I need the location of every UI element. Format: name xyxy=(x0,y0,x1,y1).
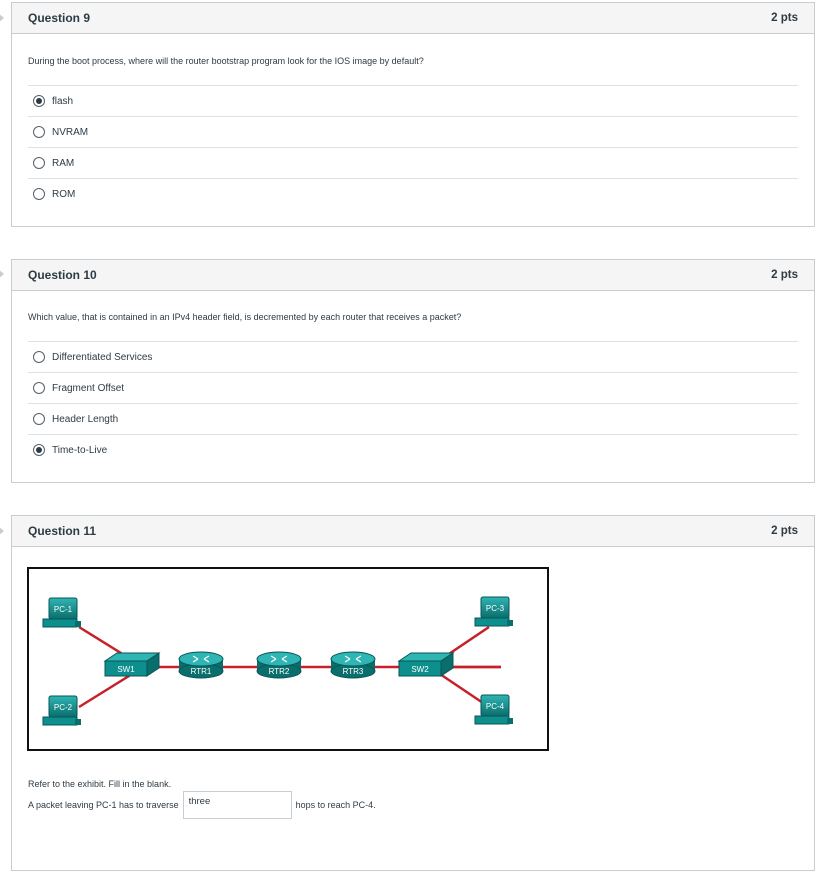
radio-icon[interactable] xyxy=(33,351,45,363)
answer-option[interactable]: RAM xyxy=(28,147,798,178)
question-text: During the boot process, where will the … xyxy=(28,56,424,66)
pc3-label: PC-3 xyxy=(486,604,505,613)
collapse-arrow-icon[interactable] xyxy=(0,269,6,279)
question-points: 2 pts xyxy=(771,269,798,281)
radio-selected-icon[interactable] xyxy=(33,444,45,456)
question-11-card: Question 11 2 pts PC-1 PC-2 PC-3 PC-4 SW… xyxy=(11,515,815,871)
answer-option[interactable]: ROM xyxy=(28,178,798,209)
question-title: Question 11 xyxy=(28,524,97,538)
question-points: 2 pts xyxy=(771,525,798,537)
question-title: Question 10 xyxy=(28,268,97,282)
answer-label: RAM xyxy=(52,157,75,169)
rtr2-label: RTR2 xyxy=(269,667,290,676)
sw2-label: SW2 xyxy=(411,665,429,674)
sw1-label: SW1 xyxy=(117,665,135,674)
answer-option[interactable]: Header Length xyxy=(28,403,798,434)
sentence-after: hops to reach PC-4. xyxy=(295,800,376,810)
answer-label: Fragment Offset xyxy=(52,382,125,394)
rtr1-icon: RTR1 xyxy=(178,651,224,679)
rtr3-icon: RTR3 xyxy=(330,651,376,679)
instruction-text: Refer to the exhibit. Fill in the blank. xyxy=(28,779,172,789)
answer-option[interactable]: NVRAM xyxy=(28,116,798,147)
pc4-icon: PC-4 xyxy=(474,694,513,725)
fill-in-blank-row: A packet leaving PC-1 has to traverse th… xyxy=(28,791,376,819)
answer-list: Differentiated Services Fragment Offset … xyxy=(28,341,798,465)
pc4-label: PC-4 xyxy=(486,702,505,711)
pc1-label: PC-1 xyxy=(54,605,73,614)
radio-icon[interactable] xyxy=(33,157,45,169)
answer-label: Header Length xyxy=(52,413,119,425)
answer-option[interactable]: Differentiated Services xyxy=(28,341,798,372)
blank-answer-input[interactable]: three xyxy=(182,791,292,819)
radio-icon[interactable] xyxy=(33,126,45,138)
sw2-icon: SW2 xyxy=(397,652,455,677)
rtr1-label: RTR1 xyxy=(191,667,212,676)
question-9-card: Question 9 2 pts During the boot process… xyxy=(11,2,815,227)
question-title: Question 9 xyxy=(28,11,91,25)
collapse-arrow-icon[interactable] xyxy=(0,526,6,536)
question-points: 2 pts xyxy=(771,12,798,24)
sentence-before: A packet leaving PC-1 has to traverse xyxy=(28,800,179,810)
answer-label: NVRAM xyxy=(52,126,89,138)
radio-icon[interactable] xyxy=(33,188,45,200)
collapse-arrow-icon[interactable] xyxy=(0,13,6,23)
answer-label: Differentiated Services xyxy=(52,351,153,363)
question-header: Question 9 2 pts xyxy=(12,3,814,34)
answer-label: Time-to-Live xyxy=(52,444,108,456)
answer-list: flash NVRAM RAM ROM xyxy=(28,85,798,209)
answer-label: flash xyxy=(52,95,74,107)
question-header: Question 10 2 pts xyxy=(12,260,814,291)
question-10-card: Question 10 2 pts Which value, that is c… xyxy=(11,259,815,483)
answer-option[interactable]: flash xyxy=(28,85,798,116)
radio-icon[interactable] xyxy=(33,382,45,394)
question-text: Which value, that is contained in an IPv… xyxy=(28,312,462,322)
pc1-icon: PC-1 xyxy=(42,597,81,628)
radio-selected-icon[interactable] xyxy=(33,95,45,107)
pc3-icon: PC-3 xyxy=(474,596,513,627)
answer-label: ROM xyxy=(52,188,76,200)
answer-option[interactable]: Time-to-Live xyxy=(28,434,798,465)
radio-icon[interactable] xyxy=(33,413,45,425)
pc2-label: PC-2 xyxy=(54,703,73,712)
answer-option[interactable]: Fragment Offset xyxy=(28,372,798,403)
sw1-icon: SW1 xyxy=(103,652,161,677)
question-header: Question 11 2 pts xyxy=(12,516,814,547)
topology-diagram: PC-1 PC-2 PC-3 PC-4 SW1 SW2 RTR1 RTR2 RT… xyxy=(42,596,513,726)
network-exhibit: PC-1 PC-2 PC-3 PC-4 SW1 SW2 RTR1 RTR2 RT… xyxy=(27,567,549,751)
pc2-icon: PC-2 xyxy=(42,695,81,726)
rtr2-icon: RTR2 xyxy=(256,651,302,679)
rtr3-label: RTR3 xyxy=(343,667,364,676)
